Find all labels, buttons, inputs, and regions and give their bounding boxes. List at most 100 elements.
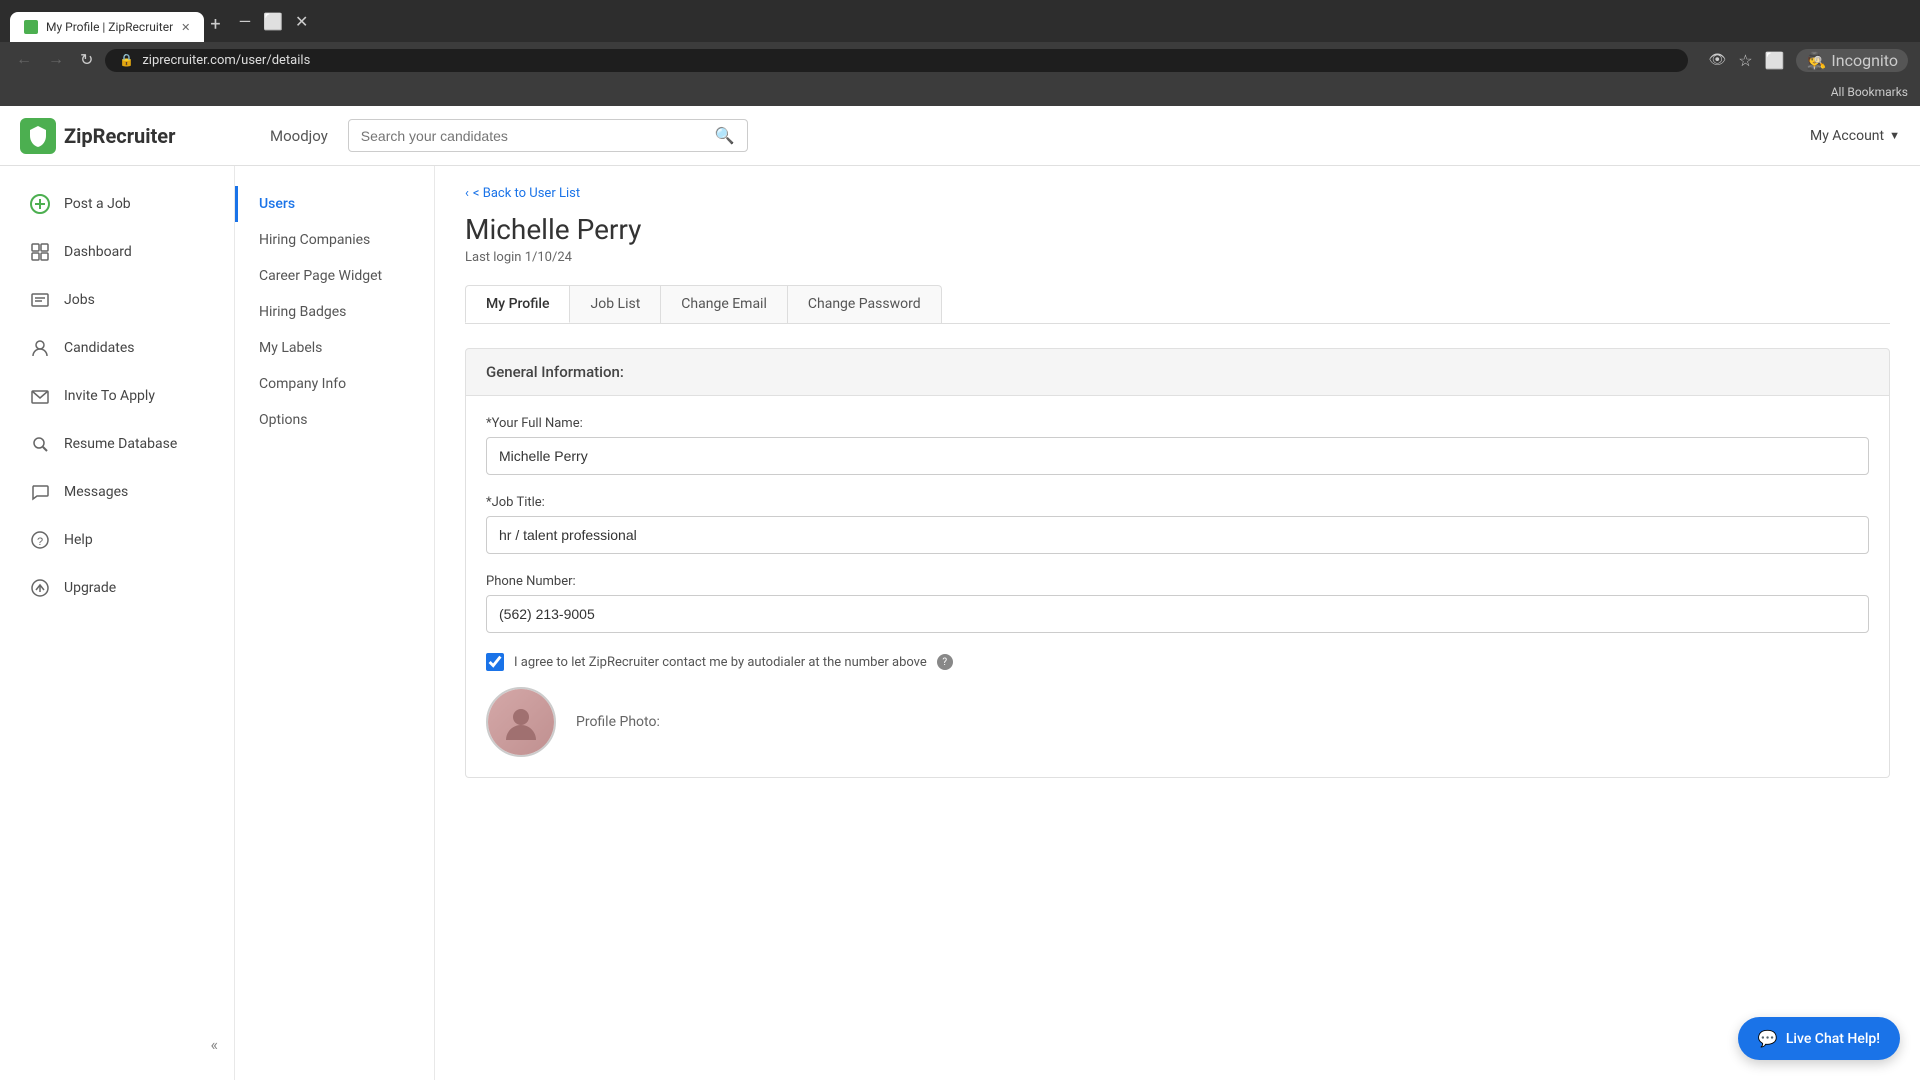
new-tab-button[interactable]: +: [210, 14, 220, 35]
main-area: Post a Job Dashboard: [0, 166, 1920, 1080]
resume-database-icon: [28, 432, 52, 456]
sidebar-item-label: Dashboard: [64, 244, 132, 260]
job-title-group: *Job Title:: [486, 495, 1869, 554]
company-name: Moodjoy: [270, 127, 328, 145]
jobs-icon: [28, 288, 52, 312]
sidebar-item-invite-to-apply[interactable]: Invite To Apply: [8, 374, 226, 418]
job-title-input[interactable]: [486, 516, 1869, 554]
search-input[interactable]: [361, 128, 707, 144]
back-button[interactable]: ←: [12, 47, 36, 73]
sidebar-item-label: Upgrade: [64, 580, 116, 596]
sidebar: Post a Job Dashboard: [0, 166, 235, 1080]
tab-job-list[interactable]: Job List: [569, 285, 661, 323]
browser-chrome: My Profile | ZipRecruiter ✕ + — ⬜ ✕: [0, 0, 1920, 42]
search-area: 🔍: [348, 119, 748, 152]
profile-photo-row: Profile Photo:: [486, 687, 1869, 757]
search-box: 🔍: [348, 119, 748, 152]
active-tab[interactable]: My Profile | ZipRecruiter ✕: [10, 12, 204, 42]
logo-icon: [20, 118, 56, 154]
sidebar-item-label: Invite To Apply: [64, 388, 155, 404]
last-login-text: Last login 1/10/24: [465, 250, 1890, 265]
browser-toolbar: ← → ↻ 🔒 ziprecruiter.com/user/details 👁 …: [0, 42, 1920, 78]
maximize-button[interactable]: ⬜: [263, 12, 283, 31]
sub-nav-item-hiring-companies[interactable]: Hiring Companies: [235, 222, 434, 258]
sidebar-item-upgrade[interactable]: Upgrade: [8, 566, 226, 610]
general-information-section: General Information: *Your Full Name: *J…: [465, 348, 1890, 778]
back-to-user-list-link[interactable]: ‹ < Back to User List: [465, 186, 1890, 201]
bookmark-star-icon[interactable]: ☆: [1738, 51, 1752, 70]
sub-nav-item-my-labels[interactable]: My Labels: [235, 330, 434, 366]
app: ZipRecruiter Moodjoy 🔍 My Account ▼: [0, 106, 1920, 1080]
form-body: *Your Full Name: *Job Title: Phone Numbe…: [465, 396, 1890, 778]
autodialer-label: I agree to let ZipRecruiter contact me b…: [514, 655, 927, 670]
tab-favicon: [24, 20, 38, 34]
toolbar-icons: 👁 ☆ ⬜ 🕵 Incognito: [1708, 49, 1908, 72]
sub-nav-item-options[interactable]: Options: [235, 402, 434, 438]
chat-icon: 💬: [1758, 1029, 1778, 1048]
dashboard-icon: [28, 240, 52, 264]
autodialer-help-icon[interactable]: ?: [937, 654, 953, 670]
live-chat-button[interactable]: 💬 Live Chat Help!: [1738, 1017, 1900, 1060]
refresh-button[interactable]: ↻: [76, 46, 97, 74]
content-area: Users Hiring Companies Career Page Widge…: [235, 166, 1920, 1080]
full-name-label: *Your Full Name:: [486, 416, 1869, 431]
tab-close-button[interactable]: ✕: [181, 21, 190, 34]
forward-button[interactable]: →: [44, 47, 68, 73]
sidebar-item-post-a-job[interactable]: Post a Job: [8, 182, 226, 226]
back-chevron-icon: ‹: [465, 186, 469, 201]
sidebar-item-label: Help: [64, 532, 93, 548]
svg-text:?: ?: [37, 536, 43, 548]
sidebar-item-label: Messages: [64, 484, 128, 500]
sidebar-item-help[interactable]: ? Help: [8, 518, 226, 562]
job-title-label: *Job Title:: [486, 495, 1869, 510]
sidebar-item-resume-database[interactable]: Resume Database: [8, 422, 226, 466]
sidebar-collapse-button[interactable]: «: [0, 1025, 234, 1064]
tab-title: My Profile | ZipRecruiter: [46, 20, 173, 34]
phone-input[interactable]: [486, 595, 1869, 633]
tab-my-profile[interactable]: My Profile: [465, 285, 570, 323]
logo-area: ZipRecruiter: [20, 118, 240, 154]
help-icon: ?: [28, 528, 52, 552]
tab-change-password[interactable]: Change Password: [787, 285, 942, 323]
lock-icon: 🔒: [119, 53, 134, 67]
sidebar-item-jobs[interactable]: Jobs: [8, 278, 226, 322]
full-name-group: *Your Full Name:: [486, 416, 1869, 475]
address-bar[interactable]: 🔒 ziprecruiter.com/user/details: [105, 49, 1688, 72]
tab-change-email[interactable]: Change Email: [660, 285, 788, 323]
sub-nav-item-career-page-widget[interactable]: Career Page Widget: [235, 258, 434, 294]
sub-nav-item-users[interactable]: Users: [235, 186, 434, 222]
sidebar-toggle-icon[interactable]: ⬜: [1765, 51, 1785, 70]
sidebar-item-candidates[interactable]: Candidates: [8, 326, 226, 370]
incognito-icon: 🕵: [1806, 51, 1826, 70]
sidebar-item-label: Jobs: [64, 292, 95, 308]
sidebar-item-dashboard[interactable]: Dashboard: [8, 230, 226, 274]
profile-tabs: My Profile Job List Change Email Change …: [465, 285, 1890, 324]
sub-nav-item-company-info[interactable]: Company Info: [235, 366, 434, 402]
full-name-input[interactable]: [486, 437, 1869, 475]
profile-photo-label: Profile Photo:: [576, 714, 660, 730]
app-header: ZipRecruiter Moodjoy 🔍 My Account ▼: [0, 106, 1920, 166]
phone-group: Phone Number:: [486, 574, 1869, 633]
browser-tabs: My Profile | ZipRecruiter ✕ +: [10, 0, 221, 42]
back-link-text: < Back to User List: [473, 186, 580, 201]
messages-icon: [28, 480, 52, 504]
invite-to-apply-icon: [28, 384, 52, 408]
autodialer-checkbox[interactable]: [486, 653, 504, 671]
bookmarks-label[interactable]: All Bookmarks: [1831, 85, 1908, 99]
candidates-icon: [28, 336, 52, 360]
phone-label: Phone Number:: [486, 574, 1869, 589]
eye-slash-icon: 👁: [1708, 52, 1726, 68]
incognito-label: Incognito: [1831, 51, 1898, 70]
sidebar-item-label: Candidates: [64, 340, 135, 356]
sidebar-item-label: Post a Job: [64, 196, 131, 212]
section-header: General Information:: [465, 348, 1890, 396]
sub-navigation: Users Hiring Companies Career Page Widge…: [235, 166, 435, 1080]
live-chat-label: Live Chat Help!: [1786, 1031, 1880, 1047]
sidebar-item-messages[interactable]: Messages: [8, 470, 226, 514]
sub-nav-item-hiring-badges[interactable]: Hiring Badges: [235, 294, 434, 330]
minimize-button[interactable]: —: [239, 12, 252, 31]
my-account-button[interactable]: My Account ▼: [1810, 128, 1900, 144]
close-button[interactable]: ✕: [295, 12, 308, 31]
my-account-label: My Account: [1810, 128, 1884, 144]
chevron-down-icon: ▼: [1889, 129, 1900, 142]
